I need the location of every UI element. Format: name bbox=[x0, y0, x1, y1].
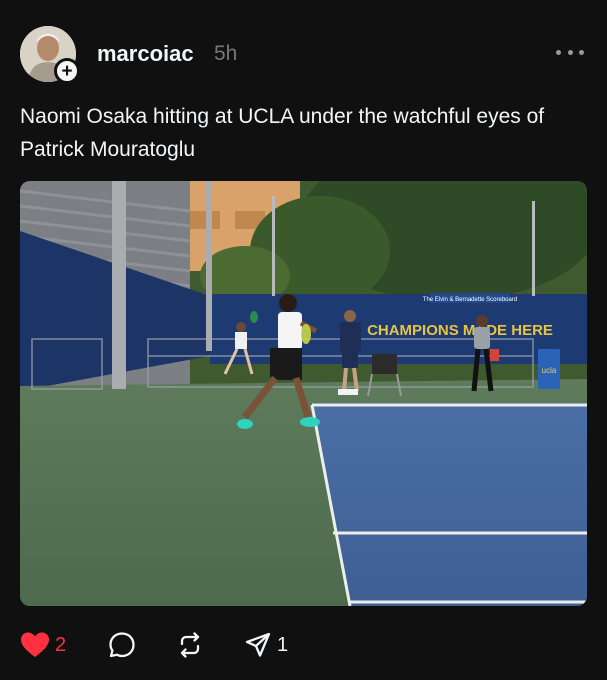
post-time: 5h bbox=[214, 42, 238, 65]
follow-plus-icon[interactable]: + bbox=[54, 58, 80, 84]
repost-icon bbox=[180, 632, 200, 658]
share-icon bbox=[245, 632, 271, 657]
post-caption: Naomi Osaka hitting at UCLA under the wa… bbox=[20, 105, 545, 161]
share-button[interactable]: 1 bbox=[244, 628, 288, 662]
like-button[interactable]: 2 bbox=[20, 628, 66, 662]
share-count: 1 bbox=[277, 633, 289, 656]
comment-icon bbox=[109, 632, 135, 658]
post-photo[interactable]: The Elvin & Bernadette Scoreboard CHAMPI… bbox=[20, 181, 587, 606]
banner-text: CHAMPIONS MADE HERE bbox=[367, 322, 553, 339]
heart-icon bbox=[21, 632, 49, 657]
username[interactable]: marcoiac bbox=[97, 41, 194, 67]
comment-button[interactable] bbox=[108, 628, 136, 662]
repost-button[interactable] bbox=[176, 628, 204, 662]
more-icon[interactable] bbox=[556, 40, 584, 64]
like-count: 2 bbox=[55, 633, 67, 656]
scoreboard-label: The Elvin & Bernadette Scoreboard bbox=[423, 297, 517, 303]
bin-label: ucla bbox=[542, 366, 557, 375]
